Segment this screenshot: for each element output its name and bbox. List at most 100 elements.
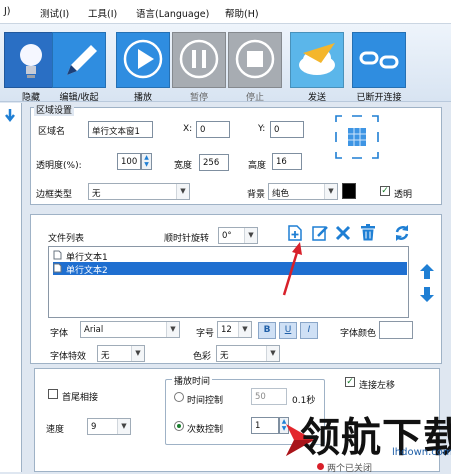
scroll-left-checkbox[interactable]: ✓ xyxy=(345,377,355,387)
y-label: Y: xyxy=(258,124,266,134)
chevron-down-icon: ▼ xyxy=(324,184,337,199)
width-label: 宽度 xyxy=(174,161,193,171)
count-control-radio[interactable] xyxy=(174,421,184,431)
chevron-down-icon: ▼ xyxy=(117,419,130,434)
stop-button[interactable] xyxy=(228,32,282,88)
speed-label: 速度 xyxy=(46,425,65,435)
rotate-label: 顺时针旋转 xyxy=(164,234,210,244)
background-color-swatch[interactable] xyxy=(342,183,356,199)
font-size-value: 12 xyxy=(221,325,232,335)
menu-tools[interactable]: 工具(I) xyxy=(88,6,117,20)
opacity-spinner[interactable]: ▲ ▼ xyxy=(141,153,152,170)
toolbar: 隐藏 编辑/收起 播放 暂停 停止 发送 已断开连接 xyxy=(0,24,451,103)
transparent-checkbox[interactable]: ✓ xyxy=(380,186,390,196)
font-effect-label: 字体特效 xyxy=(50,352,87,362)
font-label: 字体 xyxy=(50,329,69,339)
border-type-select[interactable]: 无 ▼ xyxy=(88,183,190,200)
annotation-arrow xyxy=(282,242,302,296)
disconnect-label: 已断开连接 xyxy=(356,93,402,103)
scroll-left-label: 连接左移 xyxy=(359,381,396,391)
time-control-label: 时间控制 xyxy=(187,396,224,406)
list-item[interactable]: 单行文本1 xyxy=(53,249,407,263)
color-effect-select[interactable]: 无 ▼ xyxy=(216,345,280,362)
lightbulb-icon xyxy=(20,44,42,78)
loop-checkbox[interactable] xyxy=(48,389,58,399)
time-unit-label: 0.1秒 xyxy=(292,396,316,406)
font-select[interactable]: Arial ▼ xyxy=(80,321,180,338)
bold-button[interactable]: B xyxy=(258,322,276,339)
hide-button[interactable] xyxy=(4,32,58,88)
rotate-value: 0° xyxy=(222,231,232,241)
menu-help[interactable]: 帮助(H) xyxy=(225,6,259,20)
background-label: 背景 xyxy=(247,190,266,200)
x-label: X: xyxy=(183,124,193,134)
status-text: 两个已关闭 xyxy=(327,464,373,474)
font-color-label: 字体颜色 xyxy=(340,329,377,339)
play-button[interactable] xyxy=(116,32,170,88)
underline-button[interactable]: U xyxy=(279,322,297,339)
delete-x-icon[interactable] xyxy=(335,225,351,241)
stop-label: 停止 xyxy=(245,93,264,103)
trash-icon[interactable] xyxy=(359,223,377,242)
speed-select[interactable]: 9 ▼ xyxy=(87,418,131,435)
width-field[interactable]: 256 xyxy=(199,154,229,171)
color-effect-value: 无 xyxy=(220,351,229,361)
background-select[interactable]: 纯色 ▼ xyxy=(268,183,338,200)
left-tree-pane xyxy=(0,103,22,472)
italic-button[interactable]: I xyxy=(300,322,318,339)
pause-label: 暂停 xyxy=(189,93,208,103)
send-label: 发送 xyxy=(307,93,326,103)
y-field[interactable]: 0 xyxy=(270,121,304,138)
menu-language[interactable]: 语言(Language) xyxy=(136,6,209,20)
edit-label: 编辑/收起 xyxy=(59,93,99,103)
hide-label: 隐藏 xyxy=(21,93,40,103)
arrow-down-icon[interactable] xyxy=(2,107,18,123)
font-size-select[interactable]: 12 ▼ xyxy=(217,321,252,338)
document-icon xyxy=(53,263,62,273)
font-value: Arial xyxy=(84,325,104,335)
disconnect-button[interactable] xyxy=(352,32,406,88)
time-control-field[interactable]: 50 xyxy=(251,388,287,405)
region-name-label: 区域名 xyxy=(38,127,66,137)
add-file-icon[interactable] xyxy=(287,224,303,242)
chevron-down-icon: ▼ xyxy=(238,322,251,337)
border-type-label: 边框类型 xyxy=(36,190,73,200)
font-color-swatch[interactable] xyxy=(379,321,413,339)
opacity-field[interactable]: 100 xyxy=(117,153,141,170)
border-type-value: 无 xyxy=(92,189,101,199)
send-button[interactable] xyxy=(290,32,344,88)
edit-button[interactable] xyxy=(52,32,106,88)
watermark-url: lhdown.com xyxy=(392,447,451,458)
list-item-selected[interactable]: 单行文本2 xyxy=(53,262,407,276)
pause-icon xyxy=(179,39,219,79)
edit-file-icon[interactable] xyxy=(311,224,329,242)
chevron-down-icon: ▼ xyxy=(131,346,144,361)
count-control-field[interactable]: 1 xyxy=(251,417,279,434)
font-effect-value: 无 xyxy=(101,351,110,361)
play-label: 播放 xyxy=(133,93,152,103)
time-control-radio[interactable] xyxy=(174,392,184,402)
x-field[interactable]: 0 xyxy=(196,121,230,138)
chevron-down-icon: ▼ xyxy=(166,322,179,337)
chevron-down-icon: ▼ xyxy=(266,346,279,361)
height-field[interactable]: 16 xyxy=(272,153,302,170)
playtime-group-title: 播放时间 xyxy=(172,374,213,387)
document-icon xyxy=(53,250,62,260)
pause-button[interactable] xyxy=(172,32,226,88)
font-effect-select[interactable]: 无 ▼ xyxy=(97,345,145,362)
status-dot-icon xyxy=(317,463,324,470)
alignment-grid-icon[interactable] xyxy=(334,114,380,160)
region-name-field[interactable]: 单行文本窗1 xyxy=(88,121,153,138)
move-up-down-icon[interactable] xyxy=(418,262,436,304)
cloud-send-icon xyxy=(299,43,335,75)
menu-bar: J) 测试(I) 工具(I) 语言(Language) 帮助(H) xyxy=(0,0,451,24)
chevron-down-icon: ▼ xyxy=(244,228,257,243)
font-size-label: 字号 xyxy=(196,329,215,339)
menu-test[interactable]: 测试(I) xyxy=(40,6,69,20)
refresh-icon[interactable] xyxy=(393,224,411,242)
count-control-label: 次数控制 xyxy=(187,425,224,435)
file-list[interactable]: 单行文本1 单行文本2 xyxy=(48,246,409,318)
menu-item-partial[interactable]: J) xyxy=(4,6,11,17)
stop-icon xyxy=(235,39,275,79)
rotate-select[interactable]: 0° ▼ xyxy=(218,227,258,244)
